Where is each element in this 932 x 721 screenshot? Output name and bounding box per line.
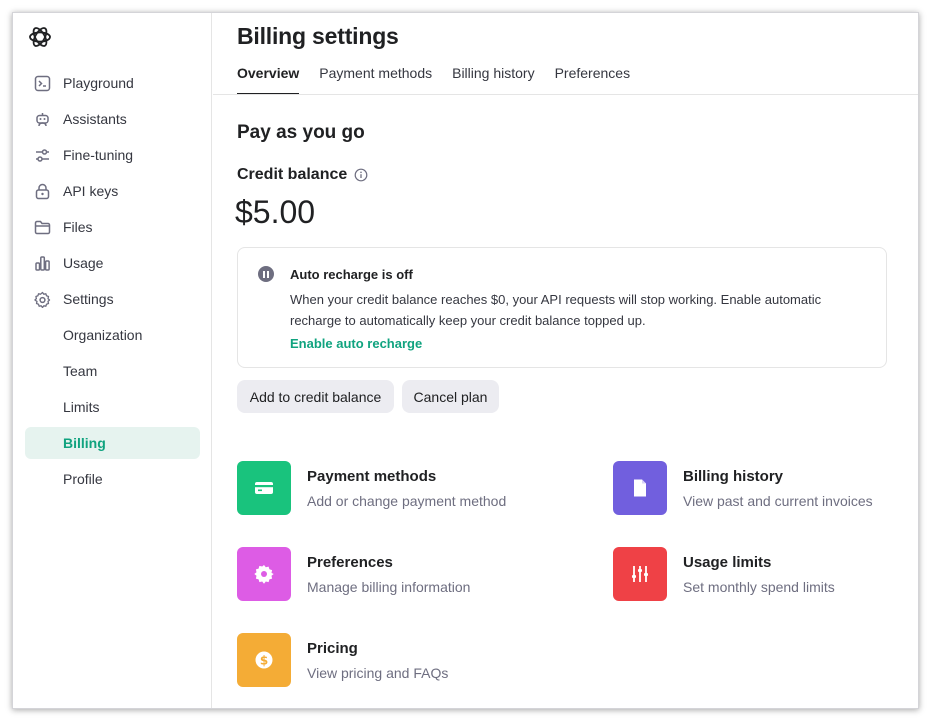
- sidebar-item-label: Team: [63, 363, 98, 379]
- document-icon: [613, 461, 667, 515]
- sidebar-item-organization[interactable]: Organization: [25, 319, 200, 351]
- sidebar-item-label: Limits: [63, 399, 100, 415]
- credit-balance-label-text: Credit balance: [237, 166, 348, 183]
- card-payment-methods[interactable]: Payment methods Add or change payment me…: [237, 461, 537, 517]
- card-title: Payment methods: [307, 468, 437, 485]
- sidebar-item-label: Files: [63, 219, 93, 235]
- main-content: Billing settings Overview Payment method…: [213, 13, 918, 708]
- sidebar-item-billing[interactable]: Billing: [25, 427, 200, 459]
- credit-card-icon: [237, 461, 291, 515]
- sidebar-item-label: Profile: [63, 471, 103, 487]
- cancel-plan-button[interactable]: Cancel plan: [402, 380, 499, 413]
- sidebar-item-label: Assistants: [63, 111, 127, 127]
- card-description: View pricing and FAQs: [307, 665, 449, 681]
- sidebar-item-limits[interactable]: Limits: [25, 391, 200, 423]
- tabs-divider: [213, 94, 918, 95]
- sidebar-item-label: Settings: [63, 291, 114, 307]
- dollar-icon: $: [237, 633, 291, 687]
- pause-icon: [258, 266, 274, 282]
- tab-overview[interactable]: Overview: [237, 61, 300, 95]
- sliders-icon: [33, 146, 51, 164]
- section-title: Pay as you go: [237, 122, 365, 143]
- gear-icon: [33, 290, 51, 308]
- sidebar-item-label: Usage: [63, 255, 104, 271]
- card-usage-limits[interactable]: Usage limits Set monthly spend limits: [613, 547, 913, 603]
- gear-icon: [237, 547, 291, 601]
- auto-recharge-notice: Auto recharge is off When your credit ba…: [237, 247, 887, 368]
- add-to-credit-balance-button[interactable]: Add to credit balance: [237, 380, 394, 413]
- openai-logo-icon[interactable]: [27, 24, 53, 50]
- sidebar-item-label: Billing: [63, 435, 106, 451]
- sidebar-item-profile[interactable]: Profile: [25, 463, 200, 495]
- lock-icon: [33, 182, 51, 200]
- app-window: Playground Assistants Fine-tuning API ke…: [12, 12, 919, 709]
- sidebar-item-api-keys[interactable]: API keys: [25, 175, 200, 207]
- card-preferences[interactable]: Preferences Manage billing information: [237, 547, 537, 603]
- bar-chart-icon: [33, 254, 51, 272]
- sidebar-item-team[interactable]: Team: [25, 355, 200, 387]
- sliders-icon: [613, 547, 667, 601]
- credit-balance-amount: $5.00: [235, 194, 316, 230]
- robot-icon: [33, 110, 51, 128]
- sidebar-item-settings[interactable]: Settings: [25, 283, 200, 315]
- sidebar-item-label: Fine-tuning: [63, 147, 134, 163]
- sidebar-item-label: Organization: [63, 327, 143, 343]
- tab-bar: Overview Payment methods Billing history…: [237, 61, 650, 95]
- card-description: Add or change payment method: [307, 493, 507, 509]
- sidebar-item-label: API keys: [63, 183, 119, 199]
- sidebar-nav: Playground Assistants Fine-tuning API ke…: [25, 67, 200, 499]
- card-description: Manage billing information: [307, 579, 471, 595]
- sidebar-item-playground[interactable]: Playground: [25, 67, 200, 99]
- tab-billing-history[interactable]: Billing history: [452, 61, 534, 95]
- card-title: Billing history: [683, 468, 784, 485]
- notice-body: When your credit balance reaches $0, you…: [290, 292, 822, 328]
- sidebar-item-assistants[interactable]: Assistants: [25, 103, 200, 135]
- card-billing-history[interactable]: Billing history View past and current in…: [613, 461, 913, 517]
- sidebar: Playground Assistants Fine-tuning API ke…: [13, 13, 212, 708]
- terminal-icon: [33, 74, 51, 92]
- sidebar-item-usage[interactable]: Usage: [25, 247, 200, 279]
- svg-text:$: $: [260, 654, 268, 668]
- info-icon[interactable]: [354, 168, 368, 182]
- notice-title: Auto recharge is off: [290, 267, 413, 282]
- card-title: Preferences: [307, 554, 393, 571]
- sidebar-item-label: Playground: [63, 75, 134, 91]
- card-title: Pricing: [307, 640, 358, 657]
- card-description: Set monthly spend limits: [683, 579, 835, 595]
- tab-preferences[interactable]: Preferences: [555, 61, 630, 95]
- enable-auto-recharge-link[interactable]: Enable auto recharge: [290, 336, 422, 351]
- tab-payment-methods[interactable]: Payment methods: [319, 61, 432, 95]
- sidebar-item-files[interactable]: Files: [25, 211, 200, 243]
- card-pricing[interactable]: $ Pricing View pricing and FAQs: [237, 633, 537, 689]
- card-title: Usage limits: [683, 554, 772, 571]
- card-description: View past and current invoices: [683, 493, 873, 509]
- sidebar-item-fine-tuning[interactable]: Fine-tuning: [25, 139, 200, 171]
- folder-icon: [33, 218, 51, 236]
- page-title: Billing settings: [237, 23, 399, 49]
- credit-balance-label: Credit balance: [237, 166, 368, 184]
